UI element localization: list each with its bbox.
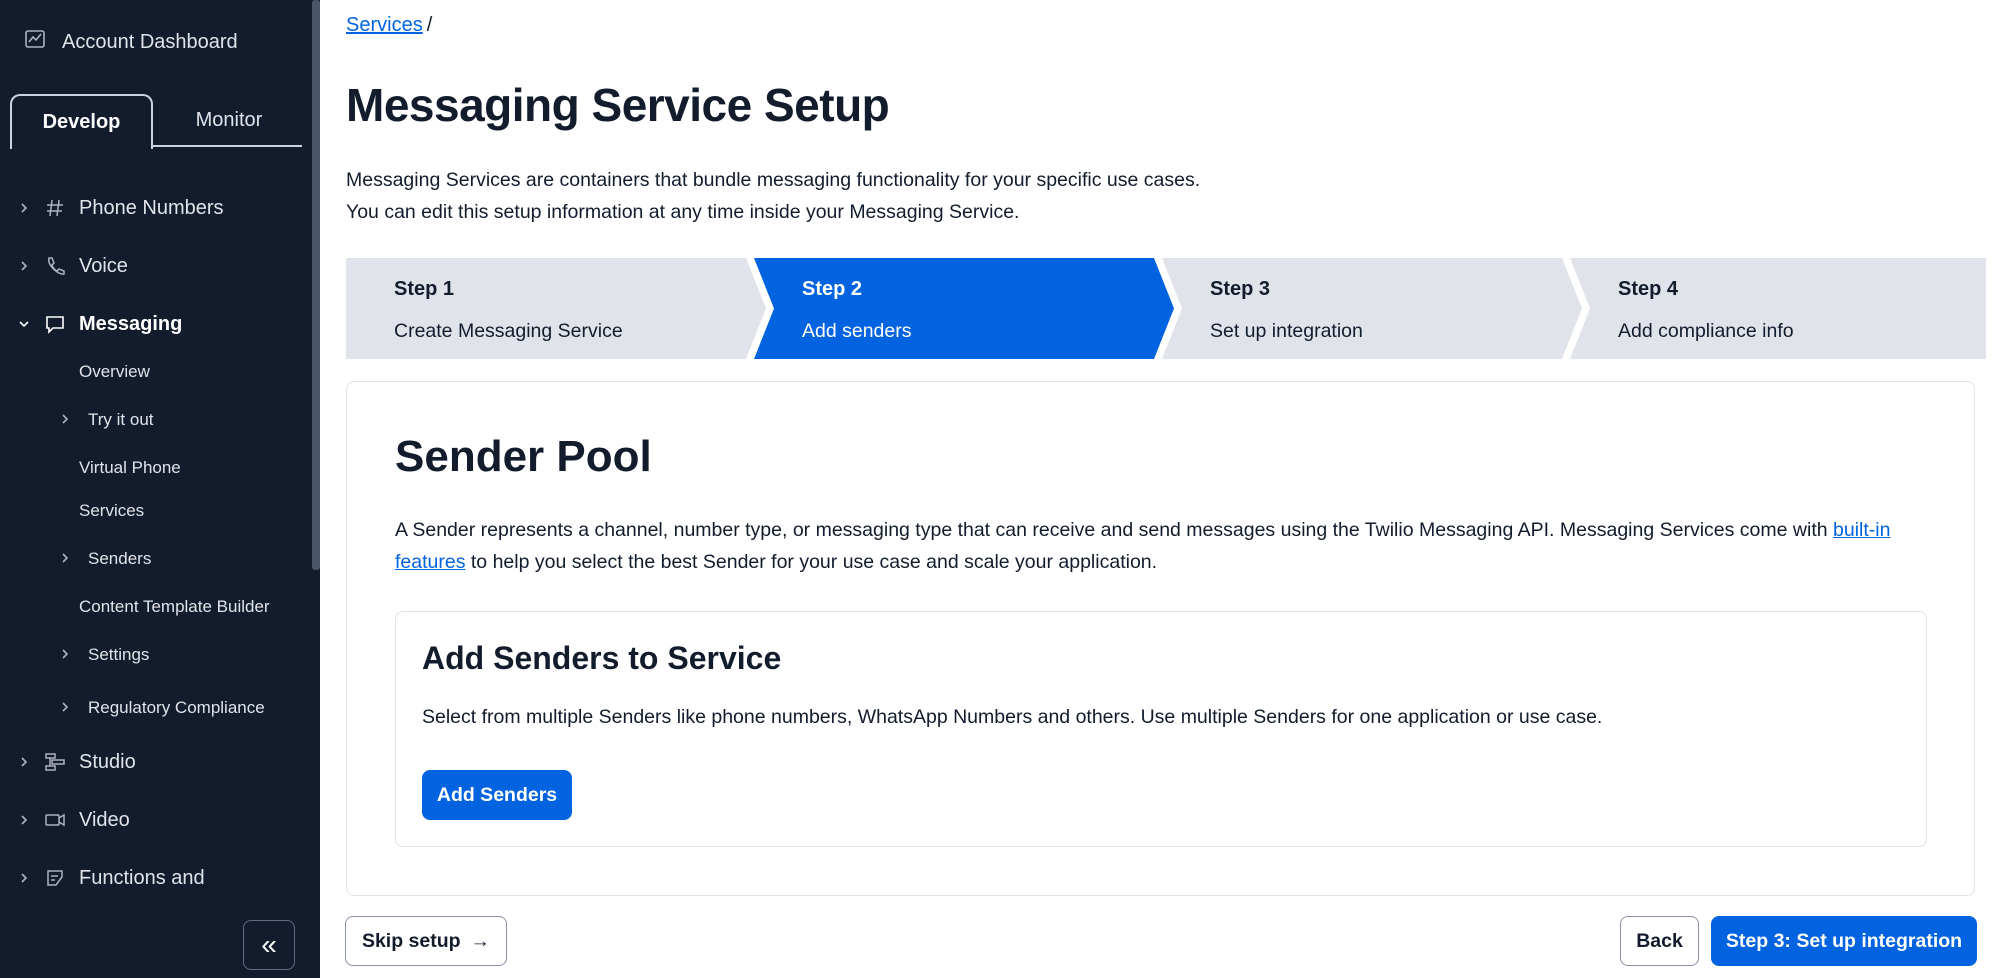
step-2-title: Step 2 — [802, 278, 863, 300]
step-2-shape — [754, 258, 1174, 359]
add-senders-card: Add Senders to Service Select from multi… — [395, 611, 1927, 847]
step-3-title: Step 3 — [1210, 278, 1271, 300]
dashboard-icon — [24, 28, 46, 56]
sidebar-tabs: Develop Monitor — [10, 94, 302, 149]
tab-develop[interactable]: Develop — [10, 94, 153, 149]
tab-monitor[interactable]: Monitor — [156, 94, 302, 147]
sidebar-subitem-regulatory-compliance[interactable]: Regulatory Compliance — [60, 698, 265, 718]
step-4-subtitle: Add compliance info — [1618, 320, 1794, 342]
chevron-right-icon — [21, 757, 28, 767]
chevron-right-icon — [21, 873, 28, 883]
sidebar-scrollbar[interactable] — [312, 0, 320, 570]
add-senders-description: Select from multiple Senders like phone … — [422, 706, 1603, 728]
sidebar-item-messaging[interactable]: Messaging — [0, 310, 300, 338]
sidebar-subitem-content-template-builder[interactable]: Content Template Builder — [79, 597, 270, 617]
step-4-shape — [1570, 258, 1986, 359]
sidebar-item-studio[interactable]: Studio — [0, 748, 300, 776]
chevron-right-icon — [62, 414, 69, 424]
hash-icon — [43, 196, 67, 220]
sender-pool-desc-text-end: to help you select the best Sender for y… — [465, 551, 1158, 573]
sidebar-item-label: Studio — [79, 750, 136, 773]
sidebar-item-label: Video — [79, 808, 130, 831]
step-3[interactable]: Step 3 Set up integration — [1162, 258, 1582, 359]
breadcrumb: Services / — [346, 14, 432, 37]
sidebar-subitem-label: Senders — [88, 549, 152, 568]
step-2[interactable]: Step 2 Add senders — [754, 258, 1174, 359]
skip-setup-button[interactable]: Skip setup → — [345, 916, 507, 966]
step-4[interactable]: Step 4 Add compliance info — [1570, 258, 1986, 359]
sender-pool-title: Sender Pool — [395, 432, 652, 481]
skip-setup-label: Skip setup — [361, 929, 461, 952]
chevron-right-icon — [62, 702, 69, 712]
sender-pool-card: Sender Pool A Sender represents a channe… — [346, 381, 1975, 896]
sidebar-subitem-try-it-out[interactable]: Try it out — [60, 410, 154, 430]
flow-icon — [43, 750, 67, 774]
step-1-shape — [346, 258, 766, 359]
sidebar-item-label: Phone Numbers — [79, 196, 224, 219]
video-icon — [43, 808, 67, 832]
arrow-right-icon: → — [470, 929, 491, 952]
sidebar-subitem-overview[interactable]: Overview — [79, 362, 150, 382]
chevron-down-icon — [19, 321, 29, 328]
sender-pool-description: A Sender represents a channel, number ty… — [395, 514, 1915, 578]
sidebar-item-voice[interactable]: Voice — [0, 252, 300, 280]
step-2-subtitle: Add senders — [802, 320, 912, 342]
setup-stepper: Step 1 Create Messaging Service Step 2 A… — [346, 258, 1986, 359]
sidebar-subitem-settings[interactable]: Settings — [60, 645, 149, 665]
step-1[interactable]: Step 1 Create Messaging Service — [346, 258, 766, 359]
functions-icon — [43, 866, 67, 890]
add-senders-button[interactable]: Add Senders — [422, 770, 572, 820]
chevron-right-icon — [62, 553, 69, 563]
phone-icon — [43, 254, 67, 278]
sidebar-item-label: Messaging — [79, 312, 183, 335]
step-1-subtitle: Create Messaging Service — [394, 320, 623, 342]
breadcrumb-services-link[interactable]: Services — [346, 14, 423, 36]
chat-bubble-icon — [43, 312, 67, 336]
chevron-right-icon — [21, 261, 28, 271]
chevron-right-icon — [21, 815, 28, 825]
sender-pool-desc-text: A Sender represents a channel, number ty… — [395, 519, 1834, 541]
back-button[interactable]: Back — [1620, 916, 1699, 966]
account-dashboard-label: Account Dashboard — [62, 30, 238, 53]
intro-line-2: You can edit this setup information at a… — [346, 201, 1020, 223]
sidebar-subitem-virtual-phone[interactable]: Virtual Phone — [79, 458, 181, 478]
sidebar-subitem-label: Settings — [88, 645, 150, 664]
next-step-button[interactable]: Step 3: Set up integration — [1711, 916, 1977, 966]
sidebar-item-video[interactable]: Video — [0, 806, 300, 834]
step-3-shape — [1162, 258, 1582, 359]
breadcrumb-separator: / — [426, 14, 433, 36]
sidebar-item-label: Voice — [79, 254, 128, 277]
sidebar-item-phone-numbers[interactable]: Phone Numbers — [0, 194, 300, 222]
sidebar-subitem-services[interactable]: Services — [79, 501, 144, 521]
intro-line-1: Messaging Services are containers that b… — [346, 169, 1201, 191]
step-1-title: Step 1 — [394, 278, 455, 300]
sidebar-subitem-label: Regulatory Compliance — [88, 698, 265, 717]
step-4-title: Step 4 — [1618, 278, 1679, 300]
double-chevron-left-icon: « — [261, 929, 277, 960]
sidebar-item-label: Functions and — [79, 866, 205, 889]
chevron-right-icon — [62, 649, 69, 659]
step-3-subtitle: Set up integration — [1210, 320, 1363, 342]
page-title: Messaging Service Setup — [346, 79, 890, 131]
sidebar: Account Dashboard Develop Monitor Phone … — [0, 0, 320, 978]
intro-text: Messaging Services are containers that b… — [346, 164, 1200, 228]
chevron-right-icon — [21, 203, 28, 213]
sidebar-item-functions[interactable]: Functions and — [0, 864, 300, 892]
main-content: Services / Messaging Service Setup Messag… — [320, 0, 2000, 978]
account-dashboard-link[interactable]: Account Dashboard — [24, 28, 238, 56]
collapse-sidebar-button[interactable]: « — [243, 920, 295, 970]
sidebar-subitem-label: Try it out — [88, 410, 154, 429]
add-senders-title: Add Senders to Service — [422, 640, 782, 676]
sidebar-subitem-senders[interactable]: Senders — [60, 549, 151, 569]
